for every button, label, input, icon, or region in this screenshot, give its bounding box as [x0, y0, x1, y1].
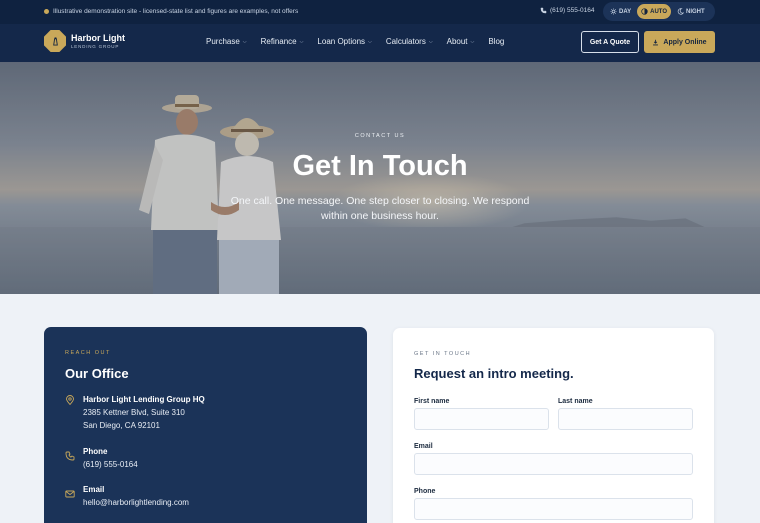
hero-banner: CONTACT US Get In Touch One call. One me… [0, 62, 760, 294]
theme-option-auto[interactable]: AUTO [637, 4, 672, 19]
email-label: Email [414, 443, 433, 450]
phone-field[interactable] [414, 498, 693, 520]
office-email-label: Email [83, 485, 105, 494]
office-title: Our Office [65, 366, 129, 381]
topbar-phone-text: (619) 555-0164 [550, 7, 595, 14]
page-title: Get In Touch [292, 150, 468, 182]
nav-item-label: About [446, 37, 468, 46]
chevron-down-icon: ⌵ [428, 38, 433, 45]
office-hq-label: Harbor Light Lending Group HQ [83, 395, 205, 404]
theme-option-day[interactable]: DAY [606, 4, 635, 19]
office-address-line2: San Diego, CA 92101 [83, 421, 160, 430]
apply-online-label: Apply Online [663, 38, 707, 46]
first-name-label: First name [414, 398, 450, 405]
hero-eyebrow: CONTACT US [354, 133, 406, 139]
last-name-field[interactable] [558, 408, 693, 430]
theme-option-night-label: NIGHT [686, 8, 705, 15]
phone-label: Phone [414, 488, 436, 495]
form-eyebrow: GET IN TOUCH [414, 351, 472, 357]
mail-icon [65, 490, 75, 498]
hero-subtitle: One call. One message. One step closer t… [230, 195, 530, 222]
first-name-field[interactable] [414, 408, 549, 430]
nav-item-label: Loan Options [317, 37, 366, 46]
office-address-block: Harbor Light Lending Group HQ 2385 Kettn… [65, 394, 205, 432]
lighthouse-logo-icon [44, 30, 66, 52]
theme-option-night[interactable]: NIGHT [673, 4, 709, 19]
main-navigation: Harbor Light LENDING GROUP Purchase ⌵ Ref… [0, 24, 760, 62]
office-phone-block: Phone (619) 555-0164 [65, 446, 138, 471]
theme-option-day-label: DAY [619, 8, 632, 15]
contrast-icon [641, 8, 648, 15]
sun-icon [610, 8, 617, 15]
nav-item-blog[interactable]: Blog [488, 37, 504, 46]
get-quote-button[interactable]: Get A Quote [581, 31, 639, 53]
nav-item-refinance[interactable]: Refinance ⌵ [261, 37, 304, 46]
demo-notice-text: Illustrative demonstration site - licens… [53, 8, 299, 15]
chevron-down-icon: ⌵ [299, 38, 304, 45]
demo-notice: Illustrative demonstration site - licens… [44, 8, 298, 15]
contact-form-card: GET IN TOUCH Request an intro meeting. F… [393, 328, 714, 523]
office-email-block: Email hello@harborlightlending.com [65, 484, 189, 509]
brand-tagline: LENDING GROUP [71, 43, 120, 49]
nav-item-calculators[interactable]: Calculators ⌵ [386, 37, 433, 46]
chevron-down-icon: ⌵ [470, 38, 475, 45]
chevron-down-icon: ⌵ [242, 38, 247, 45]
map-pin-icon [66, 395, 74, 405]
phone-icon [540, 7, 547, 14]
last-name-label: Last name [558, 398, 593, 405]
nav-item-label: Purchase [206, 37, 240, 46]
office-address-line1: 2385 Kettner Blvd, Suite 310 [83, 408, 185, 417]
office-eyebrow: REACH OUT [65, 350, 111, 356]
phone-icon [65, 451, 75, 461]
download-icon [653, 39, 659, 45]
brand-logo-link[interactable]: Harbor Light LENDING GROUP [44, 30, 125, 52]
office-phone-label: Phone [83, 447, 108, 456]
theme-option-auto-label: AUTO [650, 8, 668, 15]
topbar-phone-link[interactable]: (619) 555-0164 [540, 7, 594, 14]
chevron-down-icon: ⌵ [368, 38, 372, 45]
nav-item-label: Refinance [260, 37, 297, 46]
theme-toggle: DAY AUTO NIGHT [603, 2, 715, 21]
apply-online-button[interactable]: Apply Online [644, 31, 715, 53]
nav-item-label: Blog [488, 37, 505, 46]
office-info-card: REACH OUT Our Office Harbor Light Lendin… [44, 327, 367, 523]
nav-item-about[interactable]: About ⌵ [447, 37, 475, 46]
brand-name: Harbor Light [71, 32, 125, 43]
nav-menu: Purchase ⌵ Refinance ⌵ Loan Options ⌵ Calcu… [206, 37, 504, 46]
office-phone-link[interactable]: (619) 555-0164 [83, 458, 138, 471]
nav-item-label: Calculators [385, 37, 426, 46]
notice-dot-icon [44, 9, 49, 14]
form-title: Request an intro meeting. [414, 366, 574, 381]
email-field[interactable] [414, 453, 693, 475]
top-utility-bar: Illustrative demonstration site - licens… [0, 0, 760, 24]
nav-item-purchase[interactable]: Purchase ⌵ [206, 37, 247, 46]
moon-icon [677, 8, 685, 15]
nav-item-loan-options[interactable]: Loan Options ⌵ [317, 37, 371, 46]
office-email-link[interactable]: hello@harborlightlending.com [83, 496, 189, 509]
